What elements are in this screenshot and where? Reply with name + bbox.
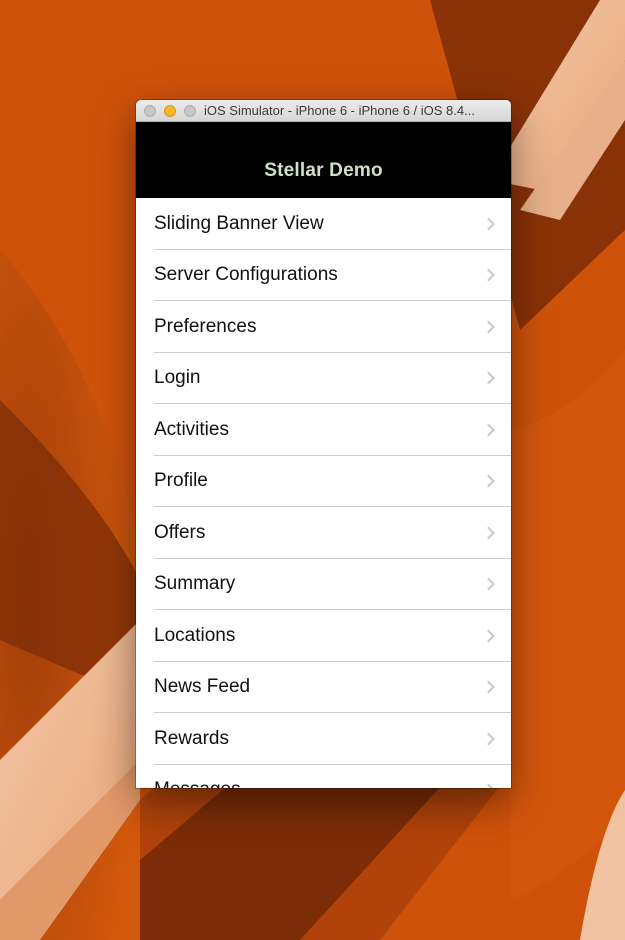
menu-row-label: Activities <box>154 418 229 440</box>
menu-row-label: News Feed <box>154 676 251 698</box>
menu-row-locations[interactable]: Locations <box>136 610 511 662</box>
menu-row-messages[interactable]: Messages <box>136 765 511 788</box>
menu-row-preferences[interactable]: Preferences <box>136 301 511 353</box>
menu-row-label: Locations <box>154 624 236 646</box>
menu-row-label: Summary <box>154 573 236 595</box>
menu-row-label: Login <box>154 367 201 389</box>
window-titlebar[interactable]: iOS Simulator - iPhone 6 - iPhone 6 / iO… <box>136 100 511 122</box>
chevron-right-icon <box>482 629 495 643</box>
chevron-right-icon <box>482 217 495 231</box>
simulator-window: iOS Simulator - iPhone 6 - iPhone 6 / iO… <box>136 100 511 788</box>
menu-row-rewards[interactable]: Rewards <box>136 713 511 765</box>
menu-row-label: Sliding Banner View <box>154 212 324 234</box>
chevron-right-icon <box>482 268 495 282</box>
chevron-right-icon <box>482 577 495 591</box>
chevron-right-icon <box>482 680 495 694</box>
menu-row-login[interactable]: Login <box>136 353 511 405</box>
menu-row-label: Preferences <box>154 315 257 337</box>
menu-row-offers[interactable]: Offers <box>136 507 511 559</box>
window-title: iOS Simulator - iPhone 6 - iPhone 6 / iO… <box>204 103 475 118</box>
chevron-right-icon <box>482 783 495 788</box>
navigation-bar: Stellar Demo <box>136 122 511 198</box>
menu-row-sliding-banner-view[interactable]: Sliding Banner View <box>136 198 511 250</box>
menu-row-activities[interactable]: Activities <box>136 404 511 456</box>
nav-title: Stellar Demo <box>264 160 383 181</box>
minimize-window-button[interactable] <box>164 105 176 117</box>
chevron-right-icon <box>482 320 495 334</box>
menu-row-summary[interactable]: Summary <box>136 559 511 611</box>
desktop-wallpaper: iOS Simulator - iPhone 6 - iPhone 6 / iO… <box>0 0 625 940</box>
chevron-right-icon <box>482 526 495 540</box>
chevron-right-icon <box>482 732 495 746</box>
menu-row-label: Profile <box>154 470 208 492</box>
chevron-right-icon <box>482 474 495 488</box>
menu-row-label: Offers <box>154 521 206 543</box>
menu-table: Sliding Banner View Server Configuration… <box>136 198 511 788</box>
menu-row-label: Messages <box>136 779 241 788</box>
menu-row-profile[interactable]: Profile <box>136 456 511 508</box>
chevron-right-icon <box>482 423 495 437</box>
menu-row-label: Rewards <box>154 727 229 749</box>
zoom-window-button[interactable] <box>184 105 196 117</box>
menu-row-label: Server Configurations <box>154 264 338 286</box>
chevron-right-icon <box>482 371 495 385</box>
close-window-button[interactable] <box>144 105 156 117</box>
menu-row-server-configurations[interactable]: Server Configurations <box>136 250 511 302</box>
menu-row-news-feed[interactable]: News Feed <box>136 662 511 714</box>
